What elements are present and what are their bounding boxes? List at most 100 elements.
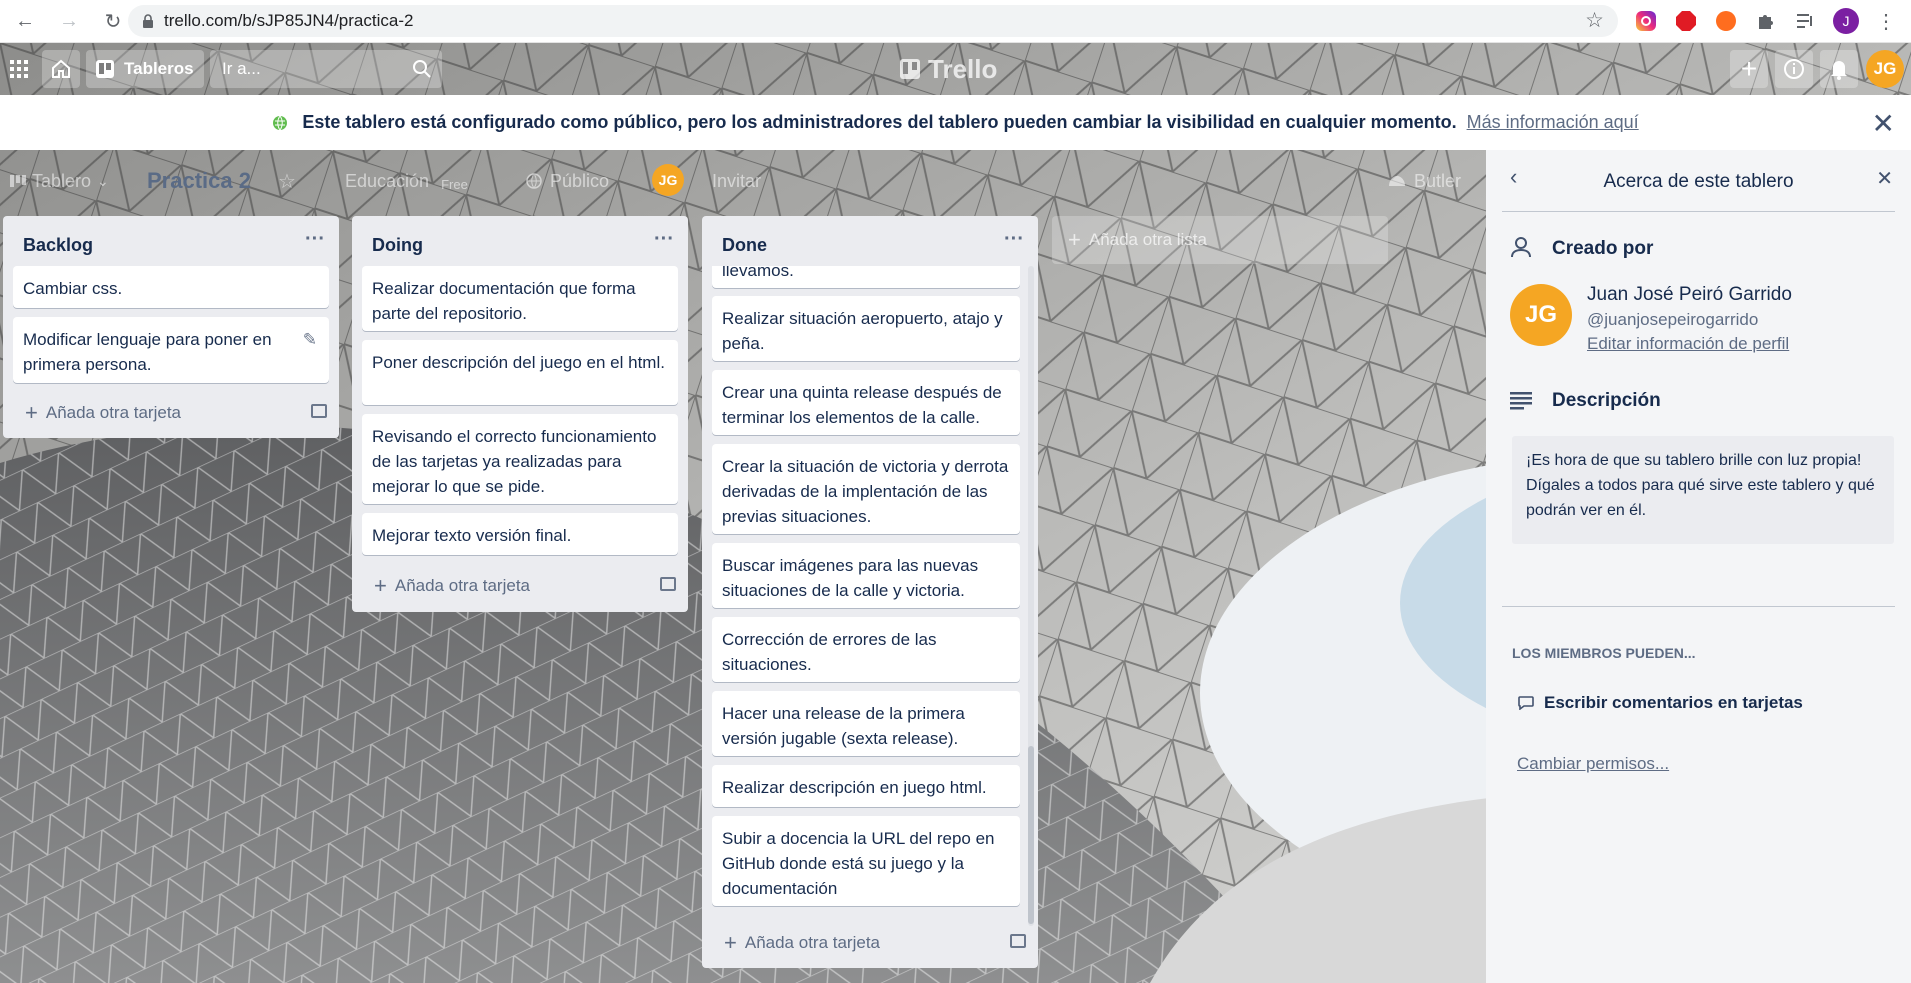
list-doing: Doing ··· Realizar documentación que for…	[352, 216, 688, 612]
plus-icon: +	[724, 930, 737, 955]
board-view-icon	[10, 175, 26, 187]
board-member-avatar[interactable]: JG	[652, 164, 684, 196]
list-scrollbar[interactable]	[1028, 266, 1034, 926]
list-title[interactable]: Done	[722, 235, 767, 256]
team-name: Educación	[345, 170, 430, 191]
trello-header: Tableros Ir a... Trello + JG	[0, 43, 1911, 95]
list-scrollbar-thumb[interactable]	[1028, 746, 1034, 924]
trello-logo-text: Trello	[928, 53, 998, 84]
card[interactable]: Realizar descripción en juego html.	[712, 765, 1020, 807]
visibility-button[interactable]: Público	[526, 164, 609, 198]
creator-avatar[interactable]: JG	[1510, 284, 1572, 346]
reading-list-icon[interactable]	[1786, 7, 1826, 35]
visibility-label: Público	[550, 170, 610, 191]
edit-pencil-icon[interactable]: ✎	[303, 327, 317, 352]
team-badge: Free	[441, 176, 468, 192]
search-box[interactable]: Ir a...	[210, 50, 442, 88]
board-view-switcher[interactable]: Tablero ⌄	[10, 164, 109, 198]
adblock-icon[interactable]	[1666, 7, 1706, 35]
card-template-icon[interactable]	[311, 404, 327, 418]
search-icon	[413, 60, 431, 78]
plus-icon: +	[374, 573, 387, 598]
board-title[interactable]: Practica 2	[147, 164, 251, 198]
trello-logo-icon	[900, 59, 920, 79]
card[interactable]: Cambiar css.	[13, 266, 329, 308]
boards-button[interactable]: Tableros	[86, 50, 204, 88]
creator-handle: @juanjosepeirogarrido	[1587, 310, 1759, 329]
card[interactable]: Modificar lenguaje para poner en primera…	[13, 317, 329, 383]
star-icon[interactable]: ☆	[1585, 8, 1604, 33]
card[interactable]: Subir a docencia la URL del repo en GitH…	[712, 816, 1020, 906]
card[interactable]: Realizar situación aeropuerto, atajo y p…	[712, 296, 1020, 361]
sidebar-title: Acerca de este tablero	[1603, 171, 1794, 192]
reload-icon[interactable]: ↻	[100, 8, 126, 34]
members-can-heading: LOS MIEMBROS PUEDEN...	[1512, 645, 1696, 661]
star-board-icon[interactable]: ☆	[278, 164, 296, 198]
globe-icon	[526, 173, 542, 189]
trello-logo[interactable]: Trello	[900, 54, 997, 85]
description-icon	[1510, 392, 1532, 410]
profile-avatar[interactable]: J	[1826, 7, 1866, 35]
edit-profile-link[interactable]: Editar información de perfil	[1587, 334, 1789, 354]
board-icon	[96, 60, 114, 78]
list-menu-icon[interactable]: ···	[654, 228, 674, 251]
comment-icon	[1518, 696, 1534, 710]
list-title[interactable]: Doing	[372, 235, 423, 256]
card[interactable]: Crear una quinta release después de term…	[712, 370, 1020, 435]
create-button[interactable]: +	[1730, 50, 1768, 88]
change-permissions-link[interactable]: Cambiar permisos...	[1517, 754, 1669, 774]
board-view-label: Tablero	[32, 170, 92, 191]
add-list-button[interactable]: + Añada otra lista	[1052, 216, 1388, 264]
card-template-icon[interactable]	[1010, 934, 1026, 948]
card[interactable]: Hacer una release de la primera versión …	[712, 691, 1020, 756]
description-box[interactable]: ¡Es hora de que su tablero brille con lu…	[1512, 436, 1894, 544]
user-avatar[interactable]: JG	[1866, 50, 1904, 88]
invite-button[interactable]: Invitar	[712, 164, 761, 198]
back-icon[interactable]: ←	[12, 8, 38, 34]
card-template-icon[interactable]	[660, 577, 676, 591]
address-bar[interactable]: trello.com/b/sJP85JN4/practica-2 ☆	[128, 5, 1618, 37]
browser-menu-icon[interactable]: ⋮	[1866, 7, 1906, 35]
instagram-icon[interactable]	[1626, 7, 1666, 35]
add-card-button[interactable]: + Añada otra tarjeta	[25, 400, 181, 426]
home-button[interactable]	[42, 50, 80, 88]
card[interactable]: Crear la situación de victoria y derrota…	[712, 444, 1020, 534]
add-card-button[interactable]: + Añada otra tarjeta	[374, 573, 530, 599]
sidebar-close-icon[interactable]: ✕	[1876, 166, 1893, 191]
info-icon	[1784, 59, 1804, 79]
add-card-label: Añada otra tarjeta	[744, 933, 881, 952]
card[interactable]: llevamos.	[712, 266, 1020, 288]
add-card-label: Añada otra tarjeta	[45, 403, 182, 422]
card[interactable]: Buscar imágenes para las nuevas situacio…	[712, 543, 1020, 608]
plus-icon: +	[25, 400, 38, 425]
list-title[interactable]: Backlog	[23, 235, 93, 256]
butler-button[interactable]: Butler	[1388, 164, 1461, 198]
apps-icon[interactable]	[4, 50, 34, 88]
puzzle-icon[interactable]	[1746, 7, 1786, 35]
card[interactable]: Poner descripción del juego en el html.	[362, 340, 678, 405]
globe-icon	[273, 115, 288, 130]
forward-icon[interactable]: →	[56, 8, 82, 34]
card[interactable]: Revisando el correcto funcionamiento de …	[362, 414, 678, 504]
banner-more-info-link[interactable]: Más información aquí	[1467, 112, 1639, 133]
card[interactable]: Mejorar texto versión final.	[362, 513, 678, 555]
plus-icon: +	[1068, 227, 1081, 252]
notifications-button[interactable]	[1820, 50, 1858, 88]
divider	[1502, 606, 1895, 607]
url-text: trello.com/b/sJP85JN4/practica-2	[164, 11, 414, 30]
list-menu-icon[interactable]: ···	[1004, 228, 1024, 251]
card[interactable]: Realizar documentación que forma parte d…	[362, 266, 678, 331]
public-board-banner: Este tablero está configurado como públi…	[0, 95, 1911, 150]
list-menu-icon[interactable]: ···	[305, 228, 325, 251]
cards-scroll-area[interactable]: llevamos. Realizar situación aeropuerto,…	[702, 266, 1030, 926]
team-button[interactable]: Educación Free	[345, 164, 468, 198]
butler-label: Butler	[1414, 170, 1462, 191]
divider	[1502, 211, 1895, 212]
extension-orange-icon[interactable]	[1706, 7, 1746, 35]
add-card-button[interactable]: + Añada otra tarjeta	[724, 930, 880, 956]
banner-close-icon[interactable]: ✕	[1872, 107, 1895, 140]
info-button[interactable]	[1775, 50, 1813, 88]
boards-label: Tableros	[124, 59, 194, 78]
lock-icon	[143, 14, 153, 28]
card[interactable]: Corrección de errores de las situaciones…	[712, 617, 1020, 682]
